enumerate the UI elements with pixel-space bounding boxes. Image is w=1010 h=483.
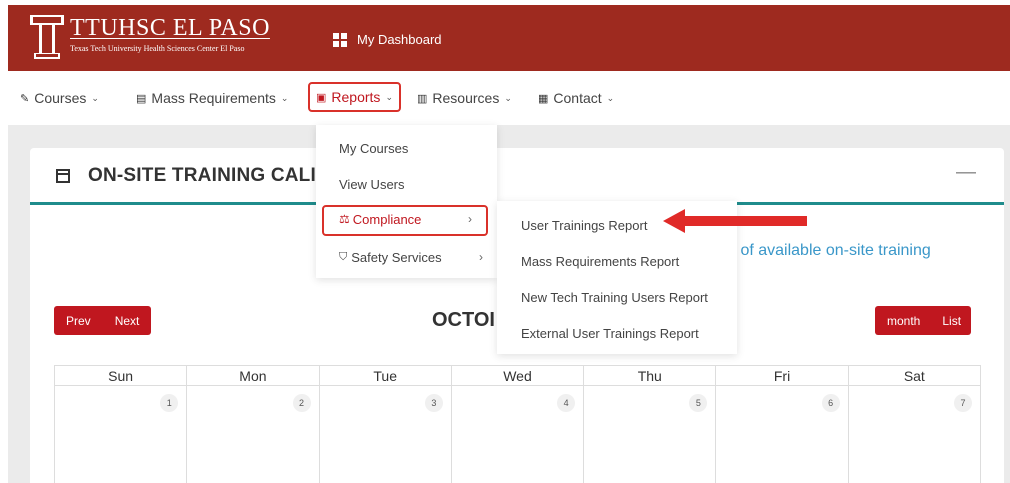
day-number: 5 bbox=[689, 394, 708, 412]
contact-card-icon: ▦ bbox=[538, 92, 549, 105]
day-header-tue: Tue bbox=[320, 366, 452, 385]
card-title: ON-SITE TRAINING CALI bbox=[56, 165, 316, 187]
chevron-down-icon: ⌄ bbox=[91, 92, 99, 103]
day-number: 4 bbox=[557, 394, 576, 412]
calendar-week-row: 1 2 3 4 5 6 7 bbox=[54, 386, 981, 483]
menu-external-user-trainings-report[interactable]: External User Trainings Report bbox=[521, 326, 699, 341]
ttuhsc-logo[interactable]: TTUHSC EL PASO Texas Tech University Hea… bbox=[30, 15, 270, 59]
nav-contact-label: Contact bbox=[553, 90, 602, 106]
day-header-thu: Thu bbox=[584, 366, 717, 385]
menu-mass-requirements-report[interactable]: Mass Requirements Report bbox=[521, 254, 679, 269]
calendar-grid: Sun Mon Tue Wed Thu Fri Sat 1 2 3 4 5 6 … bbox=[54, 365, 981, 483]
calendar-day-cell[interactable]: 2 bbox=[187, 386, 320, 483]
calendar-icon bbox=[56, 169, 70, 183]
chevron-down-icon: ⌄ bbox=[385, 91, 393, 102]
day-header-wed: Wed bbox=[452, 366, 585, 385]
menu-safety-services-label: Safety Services bbox=[351, 250, 442, 265]
nav-courses[interactable]: ✎ Courses ⌄ bbox=[20, 90, 99, 106]
nav-contact[interactable]: ▦ Contact ⌄ bbox=[538, 90, 614, 106]
calendar-day-headers: Sun Mon Tue Wed Thu Fri Sat bbox=[54, 365, 981, 386]
calendar-day-cell[interactable]: 7 bbox=[849, 386, 981, 483]
nav-courses-label: Courses bbox=[34, 90, 87, 106]
clipboard-icon: ▤ bbox=[136, 92, 147, 105]
month-title: OCTOI bbox=[432, 309, 495, 331]
chevron-right-icon: › bbox=[468, 212, 472, 226]
menu-safety-services[interactable]: ⛉ Safety Services bbox=[339, 250, 442, 265]
nav-resources-label: Resources bbox=[432, 90, 500, 106]
book-icon: ✎ bbox=[20, 92, 30, 105]
nav-resources[interactable]: ▥ Resources ⌄ bbox=[417, 90, 512, 106]
reports-dropdown-menu: My Courses View Users ⚖ Compliance › ⛉ S… bbox=[316, 125, 497, 278]
top-header-bar: TTUHSC EL PASO Texas Tech University Hea… bbox=[8, 5, 1010, 71]
menu-compliance-label: Compliance bbox=[352, 212, 422, 227]
menu-compliance[interactable]: ⚖ Compliance › bbox=[322, 205, 488, 236]
view-toggle: month List bbox=[875, 306, 972, 335]
calendar-day-cell[interactable]: 4 bbox=[452, 386, 585, 483]
chevron-down-icon: ⌄ bbox=[280, 92, 289, 103]
day-number: 7 bbox=[953, 394, 972, 412]
available-training-link[interactable]: ist of available on-site training bbox=[720, 242, 931, 260]
card-title-text: ON-SITE TRAINING CALI bbox=[88, 165, 316, 186]
chevron-down-icon: ⌄ bbox=[504, 92, 512, 103]
menu-new-tech-training-users-report[interactable]: New Tech Training Users Report bbox=[521, 290, 708, 305]
chevron-right-icon: › bbox=[479, 250, 483, 264]
logo-subtitle: Texas Tech University Health Sciences Ce… bbox=[70, 44, 245, 53]
prev-button[interactable]: Prev bbox=[54, 306, 103, 335]
chevron-down-icon: ⌄ bbox=[606, 92, 615, 103]
month-view-button[interactable]: month bbox=[875, 306, 933, 335]
day-header-sun: Sun bbox=[55, 366, 188, 385]
card-header: ON-SITE TRAINING CALI — bbox=[30, 148, 1004, 205]
calendar-day-cell[interactable]: 3 bbox=[320, 386, 452, 483]
day-number: 2 bbox=[292, 394, 311, 412]
day-header-fri: Fri bbox=[716, 366, 849, 385]
dashboard-label: My Dashboard bbox=[357, 32, 442, 47]
nav-mass-requirements[interactable]: ▤ Mass Requirements ⌄ bbox=[136, 90, 288, 106]
calendar-day-cell[interactable]: 5 bbox=[584, 386, 717, 483]
scale-icon: ⚖ bbox=[339, 212, 350, 226]
shield-icon: ⛉ bbox=[339, 251, 348, 263]
presentation-icon: ▣ bbox=[316, 91, 327, 104]
day-header-sat: Sat bbox=[903, 368, 925, 384]
annotation-arrow-icon bbox=[663, 209, 807, 233]
dashboard-grid-icon bbox=[333, 32, 347, 47]
nav-reports[interactable]: ▣ Reports ⌄ bbox=[308, 82, 401, 112]
prev-next-buttons: Prev Next bbox=[54, 306, 152, 335]
calendar-day-cell[interactable]: 1 bbox=[55, 386, 188, 483]
next-button[interactable]: Next bbox=[102, 306, 152, 335]
main-nav: ✎ Courses ⌄ ▤ Mass Requirements ⌄ ▣ Repo… bbox=[8, 71, 1010, 125]
calendar-day-cell[interactable]: 6 bbox=[716, 386, 849, 483]
nav-mass-requirements-label: Mass Requirements bbox=[151, 90, 276, 106]
menu-view-users[interactable]: View Users bbox=[339, 177, 405, 192]
menu-my-courses[interactable]: My Courses bbox=[339, 141, 408, 156]
double-t-logo-icon bbox=[30, 15, 64, 59]
logo-title: TTUHSC EL PASO bbox=[70, 15, 270, 41]
minimize-icon[interactable]: — bbox=[956, 161, 976, 184]
day-number: 6 bbox=[821, 394, 840, 412]
nav-reports-label: Reports bbox=[331, 89, 381, 105]
day-number: 3 bbox=[424, 394, 443, 412]
menu-user-trainings-report[interactable]: User Trainings Report bbox=[521, 218, 647, 233]
day-number: 1 bbox=[160, 394, 179, 412]
my-dashboard-link[interactable]: My Dashboard bbox=[333, 32, 442, 47]
list-view-button[interactable]: List bbox=[932, 306, 972, 335]
day-header-mon: Mon bbox=[187, 366, 320, 385]
open-book-icon: ▥ bbox=[417, 92, 428, 105]
